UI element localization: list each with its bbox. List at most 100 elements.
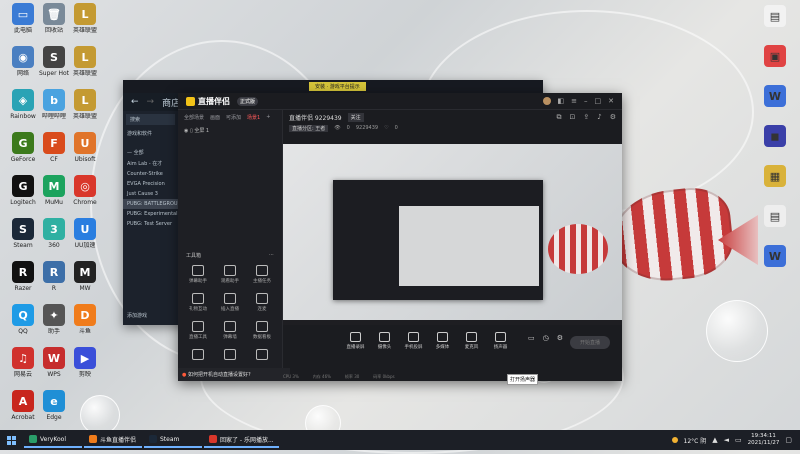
- windows-start-icon[interactable]: [7, 435, 16, 445]
- eye-icon[interactable]: ◉: [184, 128, 188, 134]
- start-live-button[interactable]: 开始直播: [569, 336, 610, 349]
- tool-2[interactable]: 观看助手: [214, 265, 246, 284]
- desktop-shortcut[interactable]: M MW: [65, 261, 105, 292]
- tool-7[interactable]: 直播工具: [182, 321, 214, 340]
- lock-icon[interactable]: ▯: [190, 128, 193, 134]
- room-title: 直播伴侣 9229439: [289, 115, 342, 122]
- more-icon[interactable]: ⋯: [269, 252, 274, 259]
- category-tag[interactable]: 直播分区: 王者: [289, 125, 329, 132]
- steam-game-item[interactable]: EVGA Precision: [123, 179, 178, 189]
- steam-section[interactable]: 游戏和软件: [123, 128, 178, 139]
- desktop-shortcut[interactable]: ▤: [755, 205, 795, 227]
- tool-10[interactable]: [182, 349, 214, 362]
- tool-6[interactable]: 连麦: [246, 293, 278, 312]
- steam-game-item[interactable]: PUBG: BATTLEGROUNDS: [123, 199, 178, 209]
- tool-9[interactable]: 数据看板: [246, 321, 278, 340]
- tab-2[interactable]: 画面: [210, 114, 220, 121]
- taskbar-app[interactable]: Steam: [144, 432, 202, 448]
- tab-1[interactable]: 全部场景: [184, 114, 204, 121]
- preview-nested-preview: [399, 206, 539, 286]
- tool-label: 直播工具: [189, 335, 207, 340]
- settings-icon[interactable]: ⚙: [557, 334, 563, 342]
- tool-12[interactable]: [246, 349, 278, 362]
- shortcut-label: Ubisoft: [74, 156, 96, 163]
- control-4[interactable]: 多媒体: [428, 332, 457, 350]
- desktop-shortcut[interactable]: e Edge: [34, 390, 74, 421]
- steam-game-item[interactable]: Just Cause 3: [123, 189, 178, 199]
- record-icon[interactable]: ▭: [528, 334, 535, 342]
- avatar[interactable]: [542, 97, 551, 105]
- follow-button[interactable]: 关注: [347, 113, 364, 122]
- shortcut-icon: ◼: [764, 125, 786, 147]
- desktop-shortcut[interactable]: U UU加速: [65, 218, 105, 249]
- lock-icon[interactable]: ⊡: [570, 113, 576, 122]
- forward-arrow-icon[interactable]: →: [147, 97, 155, 107]
- taskbar-app[interactable]: 回家了 - 乐网播放...: [204, 432, 279, 448]
- taskbar-app[interactable]: 斗鱼直播伴侣: [84, 432, 142, 448]
- scene-item[interactable]: ◉ ▯ 全屏 1: [178, 125, 282, 136]
- clock-icon[interactable]: ◷: [543, 334, 549, 342]
- desktop-shortcut[interactable]: ◎ Chrome: [65, 175, 105, 206]
- desktop-shortcut[interactable]: ◼: [755, 125, 795, 147]
- close-icon[interactable]: ✕: [608, 97, 614, 105]
- gear-icon[interactable]: ⚙: [610, 113, 616, 122]
- tab-3[interactable]: 可添加: [226, 114, 241, 121]
- tool-5[interactable]: 插入直播: [214, 293, 246, 312]
- desktop-shortcut[interactable]: D 斗鱼: [65, 304, 105, 335]
- notification-icon[interactable]: ▭: [735, 436, 742, 444]
- status-bar: CPU 3% 内存 46% 帧率 30 码率 0kbps: [179, 372, 622, 381]
- desktop-shortcut[interactable]: L 英雄联盟: [65, 46, 105, 77]
- back-arrow-icon[interactable]: ←: [131, 97, 139, 107]
- tool-1[interactable]: 弹幕助手: [182, 265, 214, 284]
- desktop-shortcut[interactable]: ▤: [755, 5, 795, 27]
- steam-add-game[interactable]: 添加游戏: [123, 310, 151, 321]
- taskbar-app[interactable]: VeryKool: [24, 432, 82, 448]
- steam-game-item[interactable]: Aim Lab - 在才: [123, 158, 178, 169]
- desktop-shortcut[interactable]: W: [755, 245, 795, 267]
- skin-icon[interactable]: ◧: [558, 97, 565, 105]
- desktop-shortcut[interactable]: U Ubisoft: [65, 132, 105, 163]
- control-1[interactable]: 直播录屏: [341, 332, 370, 350]
- network-icon[interactable]: ▲: [712, 436, 717, 444]
- tool-4[interactable]: 礼物互动: [182, 293, 214, 312]
- maximize-icon[interactable]: □: [595, 97, 602, 105]
- shortcut-label: 斗鱼: [78, 328, 91, 335]
- tool-11[interactable]: [214, 349, 246, 362]
- control-6[interactable]: 扬声器: [486, 332, 515, 350]
- desktop-shortcut[interactable]: ▦: [755, 165, 795, 187]
- bell-icon[interactable]: ♪: [597, 113, 601, 122]
- fan-icon: [192, 349, 204, 360]
- control-2[interactable]: 摄像头: [370, 332, 399, 350]
- steam-game-item[interactable]: PUBG: Experimental: [123, 209, 178, 219]
- steam-search[interactable]: 搜索: [126, 114, 175, 125]
- streamer-companion-window[interactable]: 直播伴侣 正式版 ◧ ≡ – □ ✕ 全部场景 画面 可添加 场景1 + ◉ ▯ 全屏 …: [178, 93, 622, 381]
- tool-3[interactable]: 主播任务: [246, 265, 278, 284]
- desktop-shortcut[interactable]: L 英雄联盟: [65, 3, 105, 34]
- control-3[interactable]: 手机投屏: [399, 332, 428, 350]
- action-center-icon[interactable]: ▢: [785, 436, 792, 444]
- steam-game-item[interactable]: PUBG: Test Server: [123, 219, 178, 229]
- steam-install-button[interactable]: 安装 · 游戏平台提示: [309, 82, 366, 91]
- chat-bubble-icon: [192, 265, 204, 276]
- toolbox: 工具箱 ⋯ 弹幕助手 观看助手 主播任务 礼物互动 插入直播 连麦 直播工具 弹幕墙 数据看板: [178, 252, 282, 368]
- desktop-shortcut[interactable]: L 英雄联盟: [65, 89, 105, 120]
- steam-game-item[interactable]: Counter-Strike: [123, 169, 178, 179]
- shortcut-icon: W: [764, 245, 786, 267]
- share-icon[interactable]: ⇪: [583, 113, 589, 122]
- weather-text[interactable]: 12°C 阴: [684, 436, 707, 445]
- desktop-shortcut[interactable]: ▶ 剪映: [65, 347, 105, 378]
- menu-icon[interactable]: ≡: [571, 97, 577, 105]
- layers-icon[interactable]: ⧉: [557, 113, 562, 122]
- volume-icon[interactable]: ◄: [724, 436, 729, 444]
- minimize-icon[interactable]: –: [584, 97, 588, 105]
- add-scene-icon[interactable]: +: [266, 114, 270, 121]
- shortcut-label: Chrome: [73, 199, 97, 206]
- desktop-shortcut[interactable]: ▣: [755, 45, 795, 67]
- desktop-shortcut[interactable]: W: [755, 85, 795, 107]
- clock[interactable]: 19:34:11 2021/11/27: [748, 433, 780, 447]
- control-5[interactable]: 麦克风: [457, 332, 486, 350]
- tab-4[interactable]: 场景1: [247, 114, 260, 121]
- stream-preview[interactable]: [283, 144, 622, 325]
- tool-8[interactable]: 弹幕墙: [214, 321, 246, 340]
- weather-icon[interactable]: [671, 437, 678, 443]
